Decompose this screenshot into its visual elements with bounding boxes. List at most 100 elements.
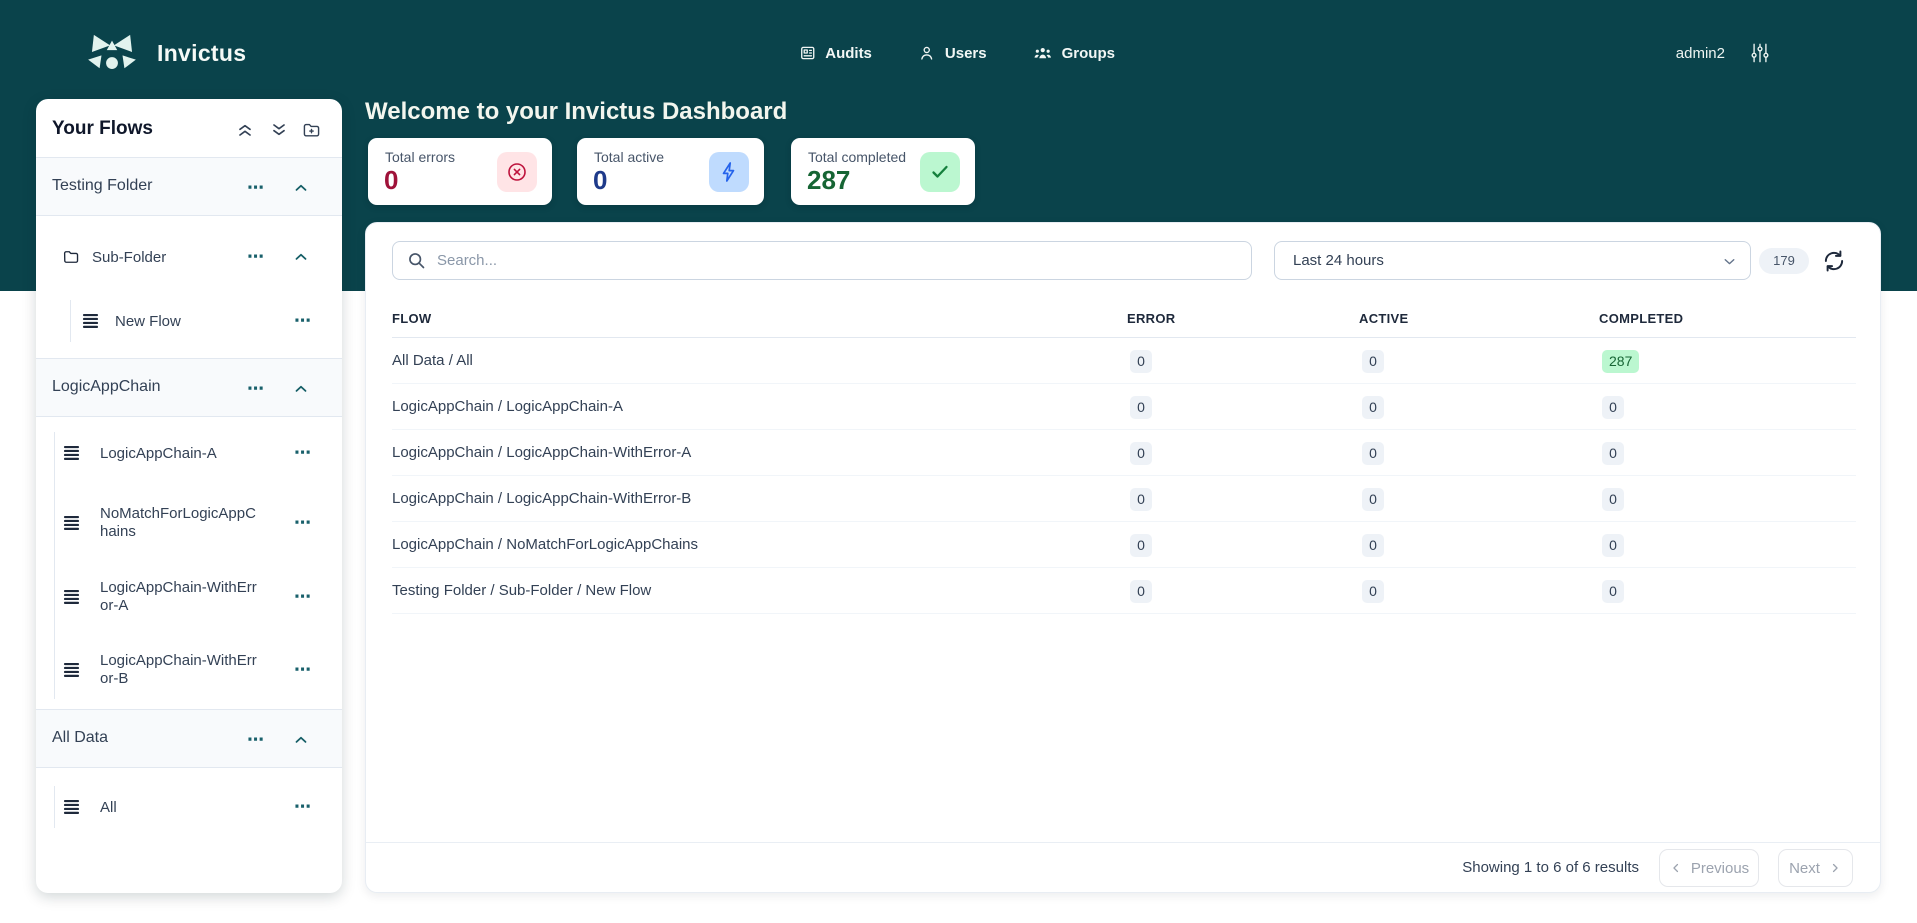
completed-count-badge: 0 (1602, 396, 1624, 419)
app-title: Invictus (157, 40, 246, 67)
search-icon (406, 250, 427, 271)
expand-all-icon[interactable] (269, 120, 289, 140)
folder-label: Sub-Folder (92, 249, 256, 267)
flow-menu-icon[interactable]: ⋯ (290, 443, 316, 463)
flow-menu-icon[interactable]: ⋯ (290, 660, 316, 680)
flow-menu-icon[interactable]: ⋯ (290, 587, 316, 607)
audits-icon (798, 44, 816, 62)
flow-icon (63, 662, 80, 679)
sidebar-flow-logicappchain-a[interactable]: LogicAppChain-A ⋯ (36, 432, 342, 474)
user-menu[interactable]: admin2 (1676, 45, 1725, 62)
stat-card-total-active: Total active 0 (577, 138, 764, 205)
new-folder-icon[interactable] (301, 120, 321, 140)
flow-icon (82, 313, 99, 330)
completed-count-badge: 0 (1602, 442, 1624, 465)
collapse-all-icon[interactable] (235, 120, 255, 140)
stat-label: Total active (594, 149, 664, 165)
flow-menu-icon[interactable]: ⋯ (290, 797, 316, 817)
table-row[interactable]: LogicAppChain / LogicAppChain-WithError-… (392, 430, 1856, 476)
table-row[interactable]: LogicAppChain / LogicAppChain-A000 (392, 384, 1856, 430)
active-count-badge: 0 (1362, 488, 1384, 511)
flow-name: LogicAppChain / LogicAppChain-A (392, 398, 623, 415)
chevron-up-icon[interactable] (292, 731, 310, 749)
table-body: All Data / All00287LogicAppChain / Logic… (392, 338, 1856, 614)
app-window: Invictus Audits (0, 0, 1917, 923)
flow-icon (63, 589, 80, 606)
error-count-badge: 0 (1130, 350, 1152, 373)
stat-label: Total completed (808, 149, 906, 165)
search-input[interactable] (437, 242, 1237, 279)
sidebar-section-all-data[interactable]: All Data ⋯ (36, 709, 342, 768)
nav-item-label: Groups (1062, 45, 1115, 62)
refresh-icon[interactable] (1821, 248, 1847, 274)
flow-label: LogicAppChain-A (100, 445, 264, 463)
chevron-up-icon[interactable] (292, 248, 310, 266)
nav-item-users[interactable]: Users (918, 44, 987, 62)
stat-value: 287 (807, 167, 850, 193)
column-header-error: ERROR (1127, 311, 1175, 326)
flow-menu-icon[interactable]: ⋯ (290, 311, 316, 331)
flow-name: LogicAppChain / NoMatchForLogicAppChains (392, 536, 698, 553)
table-row[interactable]: LogicAppChain / NoMatchForLogicAppChains… (392, 522, 1856, 568)
sidebar-flow-all[interactable]: All ⋯ (36, 786, 342, 828)
flow-icon (63, 799, 80, 816)
flow-label: All (100, 799, 264, 817)
error-count-badge: 0 (1130, 534, 1152, 557)
column-header-active: ACTIVE (1359, 311, 1408, 326)
folder-menu-icon[interactable]: ⋯ (243, 247, 269, 267)
section-menu-icon[interactable]: ⋯ (243, 730, 269, 750)
sidebar-title: Your Flows (52, 118, 153, 140)
chevron-up-icon[interactable] (292, 380, 310, 398)
sidebar-flow-new-flow[interactable]: New Flow ⋯ (36, 300, 342, 342)
sidebar-section-logicappchain[interactable]: LogicAppChain ⋯ (36, 358, 342, 417)
nav-right: admin2 (1676, 0, 1770, 106)
active-count-badge: 0 (1362, 580, 1384, 603)
previous-page-button[interactable]: Previous (1659, 849, 1759, 887)
stat-card-total-completed: Total completed 287 (791, 138, 975, 205)
flow-menu-icon[interactable]: ⋯ (290, 513, 316, 533)
nav-item-label: Users (945, 45, 987, 62)
flow-name: Testing Folder / Sub-Folder / New Flow (392, 582, 651, 599)
table-row[interactable]: All Data / All00287 (392, 338, 1856, 384)
time-range-select[interactable]: Last 24 hours (1274, 241, 1751, 280)
completed-count-badge: 0 (1602, 534, 1624, 557)
users-icon (918, 44, 936, 62)
sidebar-flow-nomatchforlogicappchains[interactable]: NoMatchForLogicAppChains ⋯ (36, 494, 342, 552)
lightning-icon (709, 152, 749, 192)
check-icon (920, 152, 960, 192)
error-count-badge: 0 (1130, 580, 1152, 603)
chevron-up-icon[interactable] (292, 179, 310, 197)
section-menu-icon[interactable]: ⋯ (243, 178, 269, 198)
chevron-down-icon (1721, 253, 1738, 270)
table-footer: Showing 1 to 6 of 6 results Previous Nex… (366, 842, 1880, 893)
section-menu-icon[interactable]: ⋯ (243, 379, 269, 399)
table-row[interactable]: LogicAppChain / LogicAppChain-WithError-… (392, 476, 1856, 522)
search-box (392, 241, 1252, 280)
sidebar-section-testing-folder[interactable]: Testing Folder ⋯ (36, 157, 342, 216)
next-label: Next (1789, 860, 1820, 877)
active-count-badge: 0 (1362, 442, 1384, 465)
stat-label: Total errors (385, 149, 455, 165)
sidebar-header: Your Flows (36, 99, 342, 159)
column-header-completed: COMPLETED (1599, 311, 1683, 326)
error-count-badge: 0 (1130, 442, 1152, 465)
settings-sliders-icon[interactable] (1750, 42, 1770, 64)
flow-icon (63, 445, 80, 462)
flow-label: NoMatchForLogicAppChains (100, 505, 264, 541)
sidebar-flow-logicappchain-witherror-a[interactable]: LogicAppChain-WithError-A ⋯ (36, 568, 342, 626)
active-count-badge: 0 (1362, 350, 1384, 373)
section-label: Testing Folder (52, 177, 153, 195)
next-page-button[interactable]: Next (1778, 849, 1853, 887)
table-row[interactable]: Testing Folder / Sub-Folder / New Flow 0 0… (392, 568, 1856, 614)
sidebar-folder-sub-folder[interactable]: Sub-Folder ⋯ (36, 236, 342, 278)
completed-count-badge: 287 (1602, 350, 1639, 373)
flow-label: New Flow (115, 313, 279, 331)
folder-icon (62, 248, 79, 265)
brand-home-link[interactable]: Invictus (85, 0, 246, 106)
sidebar-flow-logicappchain-witherror-b[interactable]: LogicAppChain-WithError-B ⋯ (36, 641, 342, 699)
time-range-value: Last 24 hours (1293, 252, 1384, 269)
results-summary: Showing 1 to 6 of 6 results (1462, 859, 1639, 876)
sidebar-your-flows: Your Flows Testing Folder ⋯ (36, 99, 342, 893)
nav-item-groups[interactable]: Groups (1033, 44, 1115, 62)
nav-item-audits[interactable]: Audits (798, 44, 872, 62)
